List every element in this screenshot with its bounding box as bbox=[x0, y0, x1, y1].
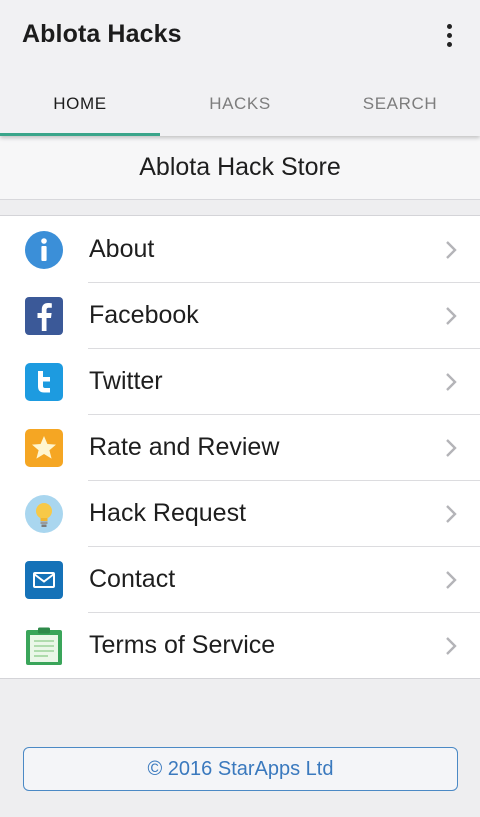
info-icon bbox=[23, 229, 65, 271]
twitter-icon bbox=[23, 361, 65, 403]
menu-item-about[interactable]: About bbox=[0, 216, 480, 282]
star-icon bbox=[23, 427, 65, 469]
clipboard-icon bbox=[23, 625, 65, 667]
menu-item-terms-of-service[interactable]: Terms of Service bbox=[0, 612, 480, 678]
chevron-right-icon bbox=[446, 439, 457, 457]
menu-item-label: About bbox=[89, 234, 155, 263]
facebook-icon bbox=[23, 295, 65, 337]
store-title: Ablota Hack Store bbox=[0, 136, 480, 200]
tab-bar: HOME HACKS SEARCH bbox=[0, 72, 480, 136]
menu-item-facebook[interactable]: Facebook bbox=[0, 282, 480, 348]
tab-search[interactable]: SEARCH bbox=[320, 72, 480, 136]
chevron-right-icon bbox=[446, 571, 457, 589]
menu-item-contact[interactable]: Contact bbox=[0, 546, 480, 612]
menu-item-label: Contact bbox=[89, 564, 176, 593]
menu-item-twitter[interactable]: Twitter bbox=[0, 348, 480, 414]
menu-item-label: Twitter bbox=[89, 366, 163, 395]
menu-item-label: Terms of Service bbox=[89, 630, 276, 659]
chevron-right-icon bbox=[446, 373, 457, 391]
mail-icon bbox=[23, 559, 65, 601]
tab-home[interactable]: HOME bbox=[0, 72, 160, 136]
menu-item-label: Hack Request bbox=[89, 498, 247, 527]
chevron-right-icon bbox=[446, 637, 457, 655]
menu-item-label: Facebook bbox=[89, 300, 199, 329]
tab-hacks[interactable]: HACKS bbox=[160, 72, 320, 136]
app-bar: Ablota Hacks HOME HACKS SEARCH bbox=[0, 0, 480, 136]
overflow-menu-icon[interactable] bbox=[436, 18, 462, 52]
app-title: Ablota Hacks bbox=[22, 20, 182, 48]
chevron-right-icon bbox=[446, 241, 457, 259]
copyright-button[interactable]: © 2016 StarApps Ltd bbox=[23, 747, 458, 791]
menu-item-hack-request[interactable]: Hack Request bbox=[0, 480, 480, 546]
lightbulb-icon bbox=[23, 493, 65, 535]
menu-list: About Facebook Twitter Rate and Review H… bbox=[0, 215, 480, 679]
menu-item-label: Rate and Review bbox=[89, 432, 280, 461]
chevron-right-icon bbox=[446, 307, 457, 325]
menu-item-rate-and-review[interactable]: Rate and Review bbox=[0, 414, 480, 480]
chevron-right-icon bbox=[446, 505, 457, 523]
